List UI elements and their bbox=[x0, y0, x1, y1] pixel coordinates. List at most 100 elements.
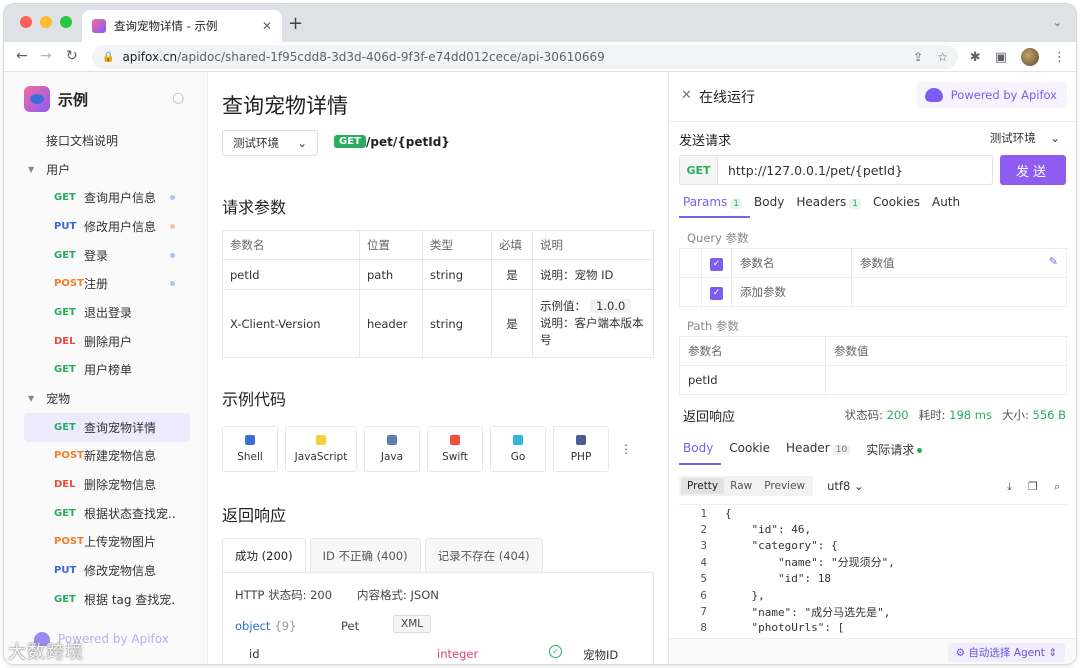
lang-button-java[interactable]: Java bbox=[364, 426, 420, 472]
url-path: /apidoc/shared-1f95cdd8-3d3d-406d-9f3f-e… bbox=[177, 50, 605, 64]
sidebar-folder-label: 用户 bbox=[46, 162, 71, 177]
env-select[interactable]: 测试环境 ⌄ bbox=[222, 130, 318, 156]
size-label: 大小: bbox=[1001, 408, 1029, 422]
sidebar-item-api[interactable]: GET 用户榜单 bbox=[4, 356, 208, 385]
sidebar-item-doc[interactable]: 接口文档说明 bbox=[4, 126, 208, 155]
avatar[interactable] bbox=[1021, 48, 1039, 66]
tab-response-2[interactable]: 记录不存在 (404) bbox=[424, 538, 543, 572]
project-name: 示例 bbox=[58, 90, 89, 109]
browser-toolbar: ← → ↻ 🔒 apifox.cn/apidoc/shared-1f95cdd8… bbox=[4, 42, 1076, 72]
lang-button-go[interactable]: Go bbox=[490, 426, 546, 472]
tab-cookies[interactable]: Cookies bbox=[869, 192, 928, 218]
run-header: ✕ 在线运行 Powered by Apifox bbox=[669, 72, 1076, 122]
close-icon[interactable]: ✕ bbox=[262, 19, 272, 33]
response-code-view[interactable]: 1{2 "id": 46, 3 "category": {4 "name": "分… bbox=[679, 504, 1067, 634]
add-param-input[interactable]: 添加参数 bbox=[731, 277, 852, 307]
tab-response-body-1[interactable]: Cookie bbox=[725, 438, 778, 465]
xml-button[interactable]: XML bbox=[393, 615, 432, 633]
tab-label: Headers bbox=[796, 195, 847, 209]
request-url-input[interactable]: http://127.0.0.1/pet/{petId} bbox=[718, 163, 903, 178]
download-icon[interactable]: ⤓ bbox=[1007, 480, 1012, 494]
run-env-select[interactable]: 测试环境 ⌄ bbox=[990, 130, 1060, 146]
sidebar-item-label: 上传宠物图片 bbox=[84, 535, 157, 550]
star-icon[interactable]: ☆ bbox=[937, 50, 948, 64]
table-row: ✓ 参数名 参数值 ✎ bbox=[679, 248, 1067, 278]
close-icon[interactable]: ✕ bbox=[681, 88, 692, 103]
sidebar-item-api[interactable]: GET 查询宠物详情 bbox=[24, 412, 190, 442]
format-preview-button[interactable]: Preview bbox=[758, 478, 811, 494]
encoding-select[interactable]: utf8 ⌄ bbox=[827, 479, 863, 493]
sidebar-item-api[interactable]: GET 登录 bbox=[4, 241, 208, 270]
tab-response-body-0[interactable]: Body bbox=[679, 438, 722, 465]
sidebar-item-api[interactable]: GET 根据 tag 查找宠... bbox=[4, 585, 208, 614]
search-icon[interactable]: ⌕ bbox=[1054, 480, 1060, 494]
address-bar[interactable]: 🔒 apifox.cn/apidoc/shared-1f95cdd8-3d3d-… bbox=[92, 45, 958, 69]
table-row: ✓ 添加参数 bbox=[679, 277, 1067, 307]
select-all-checkbox[interactable]: ✓ bbox=[701, 248, 732, 278]
agent-icon: ⚙ bbox=[955, 647, 966, 659]
tab-label: Cookie bbox=[729, 441, 771, 455]
tab-headers[interactable]: Headers 1 bbox=[792, 192, 869, 218]
tab-params[interactable]: Params 1 bbox=[679, 192, 751, 218]
method-badge: GET bbox=[334, 135, 366, 148]
format-pretty-button[interactable]: Pretty bbox=[681, 478, 725, 494]
sidebar-item-api[interactable]: POST 新建宠物信息 bbox=[4, 442, 208, 471]
lang-button-javascript[interactable]: JavaScript bbox=[285, 426, 357, 472]
close-window-button[interactable] bbox=[20, 16, 32, 28]
kebab-menu-icon[interactable]: ⋮ bbox=[1053, 50, 1066, 65]
sidebar-item-api[interactable]: DEL 删除用户 bbox=[4, 327, 208, 356]
sidepanel-icon[interactable]: ▣ bbox=[995, 50, 1007, 65]
powered-by-badge[interactable]: Powered by Apifox bbox=[916, 82, 1067, 108]
params-table: 参数名 位置 类型 必填 说明 petId path string 是 说明：宠物 ID… bbox=[222, 230, 654, 358]
tab-response-body-2[interactable]: Header 10 bbox=[782, 438, 858, 465]
bulk-edit-icon[interactable]: ✎ bbox=[1049, 255, 1058, 268]
sidebar-item-api[interactable]: GET 退出登录 bbox=[4, 298, 208, 327]
reload-icon[interactable]: ↻ bbox=[66, 48, 78, 64]
table-row: petId bbox=[679, 365, 1067, 395]
lang-button-shell[interactable]: Shell bbox=[222, 426, 278, 472]
path-param-value-input[interactable] bbox=[825, 365, 1067, 395]
sidebar-item-api[interactable]: GET 根据状态查找宠... bbox=[4, 499, 208, 528]
row-checkbox[interactable]: ✓ bbox=[701, 277, 732, 307]
sidebar-folder[interactable]: ▼ 宠物 bbox=[4, 384, 208, 413]
send-button[interactable]: 发送 bbox=[1000, 155, 1066, 185]
request-url-field[interactable]: GET http://127.0.0.1/pet/{petId} bbox=[679, 155, 993, 185]
maximize-window-button[interactable] bbox=[60, 16, 72, 28]
copy-icon[interactable]: ❐ bbox=[1028, 480, 1038, 494]
lang-button-php[interactable]: PHP bbox=[553, 426, 609, 472]
sidebar-item-api[interactable]: DEL 删除宠物信息 bbox=[4, 470, 208, 499]
request-method[interactable]: GET bbox=[680, 156, 718, 184]
table-row: 参数名 参数值 bbox=[679, 336, 1067, 366]
param-value-input[interactable] bbox=[851, 277, 1067, 307]
send-request-label: 发送请求 bbox=[679, 134, 732, 149]
sidebar-item-api[interactable]: PUT 修改宠物信息 bbox=[4, 556, 208, 585]
time-stat: 耗时: 198 ms bbox=[919, 407, 992, 423]
tab-response-body-3[interactable]: 实际请求 bbox=[862, 438, 930, 465]
back-arrow-icon[interactable]: ← bbox=[16, 48, 28, 64]
new-tab-icon[interactable]: + bbox=[288, 13, 303, 34]
chevron-down-icon[interactable]: ⌄ bbox=[1053, 16, 1062, 29]
schema-root[interactable]: object {9} bbox=[235, 619, 296, 633]
section-title-code: 示例代码 bbox=[222, 390, 287, 409]
tab-response-1[interactable]: ID 不正确 (400) bbox=[309, 538, 421, 572]
tab-response-0[interactable]: 成功 (200) bbox=[222, 538, 306, 572]
sidebar-item-api[interactable]: POST 上传宠物图片 bbox=[4, 528, 208, 557]
sidebar-folder[interactable]: ▼ 用户 bbox=[4, 155, 208, 184]
sidebar-item-api[interactable]: PUT 修改用户信息 bbox=[4, 212, 208, 241]
minimize-window-button[interactable] bbox=[40, 16, 52, 28]
lang-button-swift[interactable]: Swift bbox=[427, 426, 483, 472]
env-select-value: 测试环境 bbox=[233, 136, 279, 150]
tab-body[interactable]: Body bbox=[750, 192, 792, 218]
sidebar-item-api[interactable]: POST 注册 bbox=[4, 269, 208, 298]
more-icon[interactable]: ⋮ bbox=[616, 426, 636, 472]
sidebar-item-api[interactable]: GET 查询用户信息 bbox=[4, 183, 208, 212]
browser-tab[interactable]: 查询宠物详情 - 示例 ✕ bbox=[82, 10, 282, 42]
extensions-icon[interactable]: ✱ bbox=[970, 50, 981, 65]
tab-auth[interactable]: Auth bbox=[928, 192, 968, 218]
format-segmented: Pretty Raw Preview bbox=[679, 476, 814, 496]
share-icon[interactable]: ⇪ bbox=[913, 50, 923, 64]
forward-arrow-icon[interactable]: → bbox=[40, 48, 52, 64]
search-icon[interactable]: ○ bbox=[172, 90, 184, 106]
format-raw-button[interactable]: Raw bbox=[724, 478, 758, 494]
agent-select[interactable]: ⚙ 自动选择 Agent ⇕ bbox=[947, 643, 1065, 662]
